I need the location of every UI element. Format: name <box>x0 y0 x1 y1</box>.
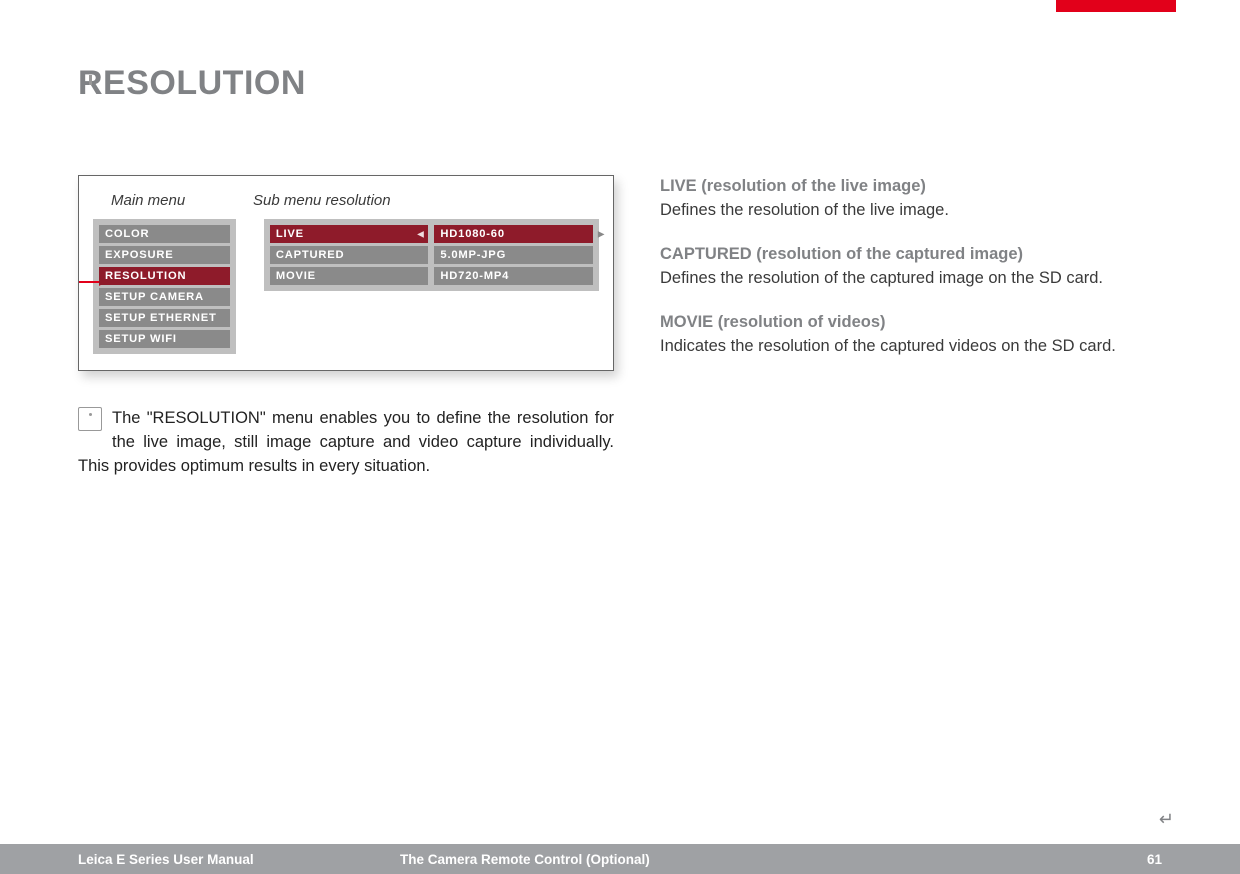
sub-menu: LIVE ◀ CAPTURED MOVIE HD1080-60▶ 5.0MP-JP… <box>264 219 599 291</box>
menu-diagram: Main menu Sub menu resolution COLOR EXPO… <box>78 175 614 371</box>
info-text: The "RESOLUTION" menu enables you to def… <box>78 409 614 475</box>
footer-manual-title: Leica E Series User Manual <box>0 852 400 867</box>
main-menu-label: Main menu <box>93 192 248 209</box>
info-icon <box>78 407 102 431</box>
sub-item-captured: CAPTURED <box>270 246 429 264</box>
menu-item-color: COLOR <box>99 225 230 243</box>
section-captured-head: CAPTURED (resolution of the captured ima… <box>660 245 1023 263</box>
section-movie-head: MOVIE (resolution of videos) <box>660 313 886 331</box>
page-title: RESOLUTION <box>78 64 1162 103</box>
header-red-tab <box>1056 0 1176 12</box>
sub-value-hd1080: HD1080-60▶ <box>434 225 593 243</box>
sub-menu-label: Sub menu resolution <box>248 192 391 209</box>
descriptions: LIVE (resolution of the live image) Defi… <box>660 175 1162 479</box>
triangle-left-icon: ◀ <box>417 230 424 239</box>
menu-item-setup-camera: SETUP CAMERA <box>99 288 230 306</box>
menu-item-exposure: EXPOSURE <box>99 246 230 264</box>
footer-section-title: The Camera Remote Control (Optional) <box>400 852 1147 867</box>
menu-item-setup-wifi: SETUP WIFI <box>99 330 230 348</box>
menu-item-setup-ethernet: SETUP ETHERNET <box>99 309 230 327</box>
sub-item-live-label: LIVE <box>276 228 304 240</box>
page-footer: Leica E Series User Manual The Camera Re… <box>0 844 1240 874</box>
menu-item-resolution: RESOLUTION <box>99 267 230 285</box>
triangle-right-icon: ▶ <box>598 230 605 239</box>
footer-page-number: 61 <box>1147 852 1240 867</box>
section-movie-body: Indicates the resolution of the captured… <box>660 337 1116 355</box>
section-live-head: LIVE (resolution of the live image) <box>660 177 926 195</box>
sub-value-hd720: HD720-MP4 <box>434 267 593 285</box>
section-live-body: Defines the resolution of the live image… <box>660 201 949 219</box>
main-menu: COLOR EXPOSURE RESOLUTION SETUP CAMERA S… <box>93 219 236 354</box>
enter-arrow-icon: ↵ <box>1159 809 1174 830</box>
info-paragraph: The "RESOLUTION" menu enables you to def… <box>78 407 614 479</box>
sub-item-movie: MOVIE <box>270 267 429 285</box>
section-captured-body: Defines the resolution of the captured i… <box>660 269 1103 287</box>
sub-value-hd1080-label: HD1080-60 <box>440 228 504 240</box>
sub-value-5mp: 5.0MP-JPG <box>434 246 593 264</box>
sub-item-live: LIVE ◀ <box>270 225 429 243</box>
